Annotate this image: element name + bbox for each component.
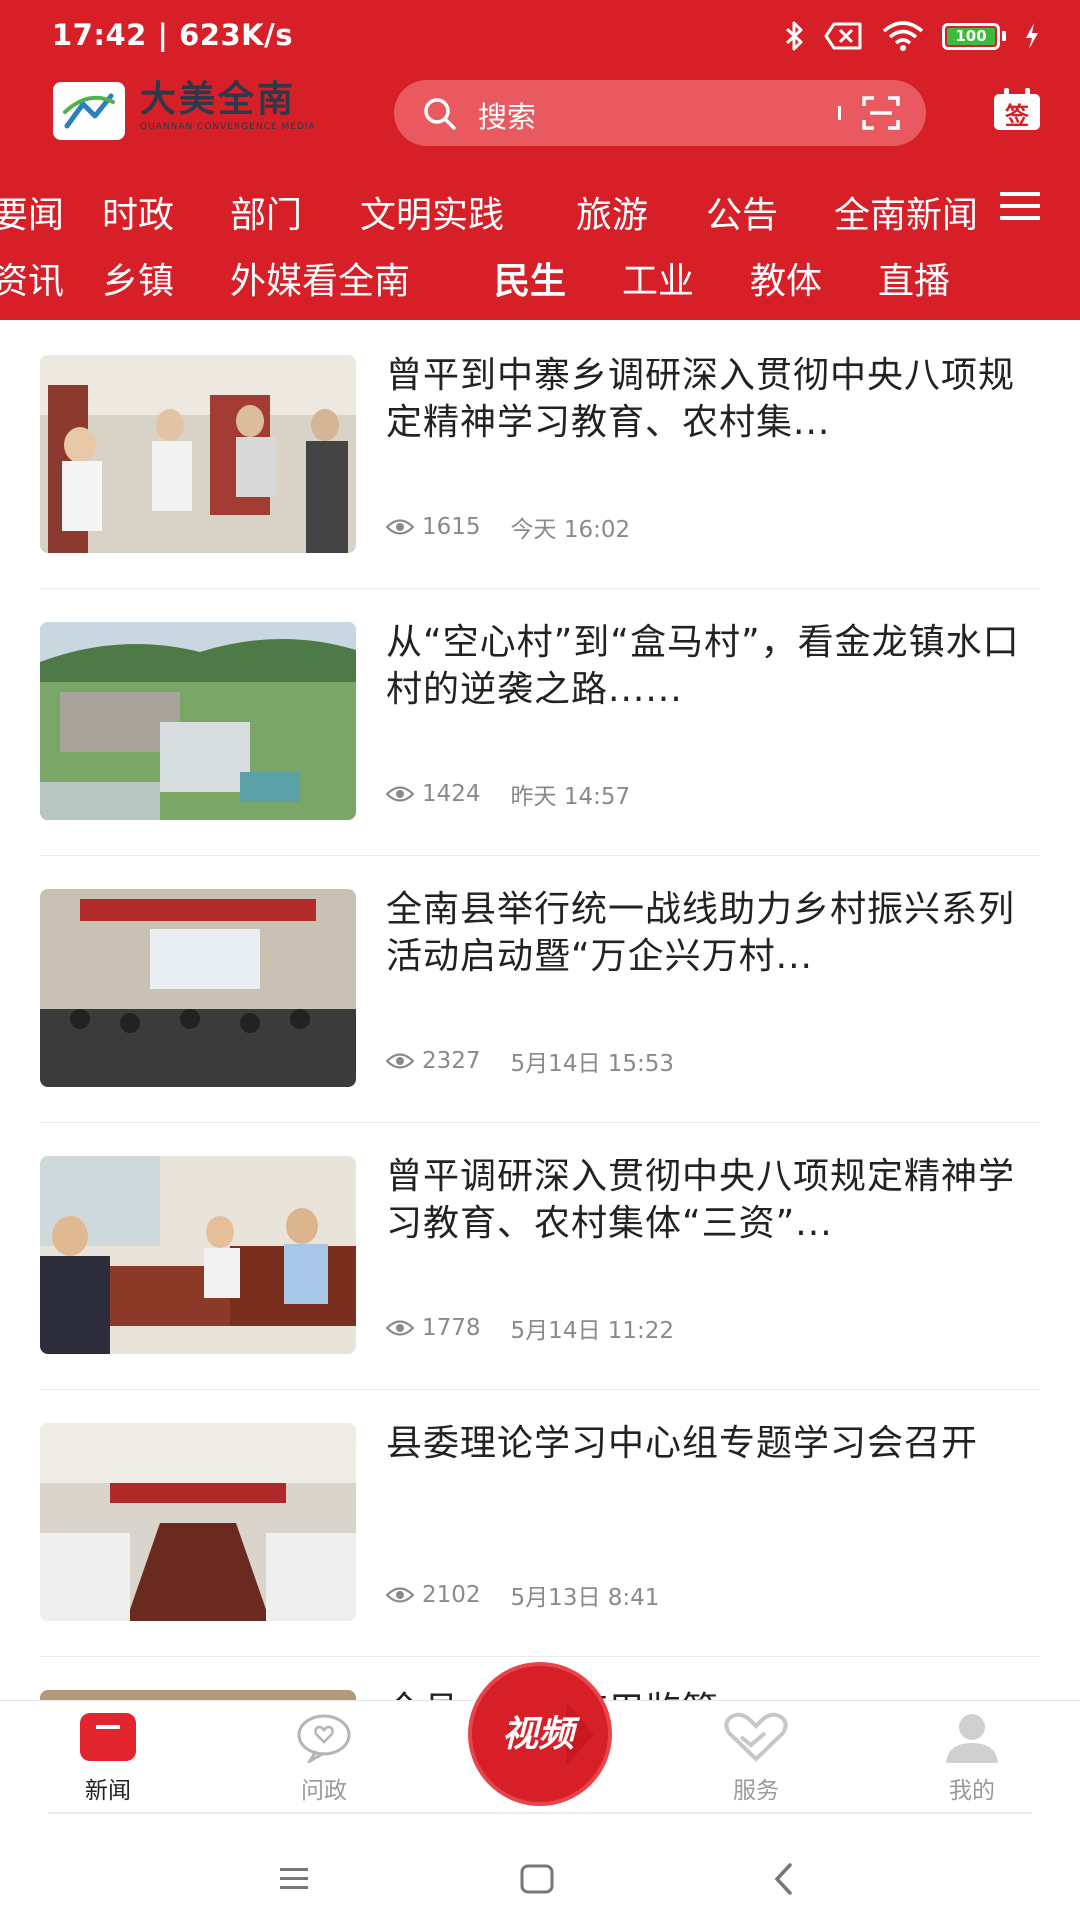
logo-chinese: 大美全南 [140, 79, 297, 120]
tab-tabs_row2-2[interactable]: 外媒看全南 [230, 252, 410, 304]
nav-divider [48, 1812, 1032, 1814]
search-placeholder: 搜索 [478, 100, 537, 134]
logo-english: QUANNAN CONVERGENCE MEDIA [140, 122, 316, 132]
video-icon: 视频 [468, 1662, 612, 1806]
bluetooth-icon [785, 21, 803, 51]
view-count: 2327 [422, 1048, 481, 1074]
view-count-icon [386, 786, 414, 802]
video-button[interactable]: 视频 [454, 1662, 626, 1806]
news-meta: 1778 5月14日 11:22 [386, 1311, 674, 1345]
news-title[interactable]: 县委理论学习中心组专题学习会召开 [386, 1420, 1036, 1516]
tab-tabs_row1-3[interactable]: 文明实践 [360, 186, 504, 238]
news-meta: 2102 5月13日 8:41 [386, 1578, 659, 1612]
search-icon [424, 98, 456, 130]
sim-card-icon [824, 22, 862, 50]
sign-label: 签 [1004, 102, 1030, 130]
chat-heart-icon [297, 1714, 351, 1766]
system-nav-bar [0, 1816, 1080, 1920]
view-count: 1424 [422, 781, 481, 807]
view-count-icon [386, 1587, 414, 1603]
nav-service-label: 服务 [733, 1778, 779, 1804]
tab-tabs_row2-5[interactable]: 教体 [750, 252, 822, 304]
battery-level: 100 [947, 27, 995, 45]
view-count: 1778 [422, 1315, 481, 1341]
view-count: 2102 [422, 1582, 481, 1608]
news-item[interactable]: 曾平到中寨乡调研深入贯彻中央八项规定精神学习教育、农村集... 1615 今天 16… [40, 322, 1040, 589]
news-item[interactable]: 县委理论学习中心组专题学习会召开 2102 5月13日 8:41 [40, 1390, 1040, 1657]
status-icons: 100 [784, 20, 1040, 52]
news-title[interactable]: 从“空心村”到“盒马村”，看金龙镇水口村的逆袭之路...... [386, 619, 1036, 715]
tab-tabs_row2-6[interactable]: 直播 [878, 252, 950, 304]
separator-icon [838, 106, 841, 120]
publish-time: 5月13日 8:41 [510, 1585, 660, 1611]
battery-icon: 100 [942, 22, 1006, 50]
logo-text: 大美全南 QUANNAN CONVERGENCE MEDIA [140, 79, 316, 133]
view-count-icon [386, 1320, 414, 1336]
search-bar[interactable]: 搜索 [394, 80, 926, 146]
nav-news-label: 新闻 [85, 1778, 131, 1804]
publish-time: 5月14日 15:53 [510, 1051, 675, 1077]
tab-tabs_row2-1[interactable]: 乡镇 [102, 252, 174, 304]
app-logo[interactable] [53, 82, 125, 140]
home-icon[interactable] [520, 1864, 554, 1894]
nav-ask[interactable]: 问政 [264, 1711, 384, 1805]
news-item[interactable]: 从“空心村”到“盒马村”，看金龙镇水口村的逆袭之路...... 1424 昨天 14… [40, 589, 1040, 856]
tab-tabs_row2-3[interactable]: 民生 [494, 252, 566, 304]
news-thumbnail[interactable] [40, 1156, 356, 1354]
wifi-icon [882, 21, 924, 51]
video-label: 视频 [502, 1714, 580, 1755]
tab-tabs_row1-5[interactable]: 公告 [706, 186, 778, 238]
news-thumbnail[interactable] [40, 889, 356, 1087]
publish-time: 今天 16:02 [510, 517, 631, 543]
tab-tabs_row1-6[interactable]: 全南新闻 [834, 186, 978, 238]
news-item[interactable]: 全南县举行统一战线助力乡村振兴系列活动启动暨“万企兴万村... 2327 5月14日… [40, 856, 1040, 1123]
news-title[interactable]: 全南县举行统一战线助力乡村振兴系列活动启动暨“万企兴万村... [386, 886, 1036, 982]
nav-mine-label: 我的 [949, 1778, 995, 1804]
news-meta: 1424 昨天 14:57 [386, 777, 630, 811]
view-count-icon [386, 1053, 414, 1069]
publish-time: 昨天 14:57 [510, 784, 631, 810]
news-icon [80, 1713, 136, 1761]
news-title[interactable]: 曾平调研深入贯彻中央八项规定精神学习教育、农村集体“三资”... [386, 1153, 1036, 1249]
news-thumbnail[interactable] [40, 622, 356, 820]
status-bar: 17:42 | 623K/s 100 [0, 0, 1080, 76]
charging-icon [1026, 23, 1038, 49]
user-icon [946, 1714, 998, 1763]
news-title[interactable]: 曾平到中寨乡调研深入贯彻中央八项规定精神学习教育、农村集... [386, 352, 1036, 448]
sign-in-button[interactable]: 签 [992, 88, 1042, 132]
category-tabs-row-1: 要闻 时政 部门 文明实践 旅游 公告 全南新闻 [0, 186, 990, 246]
view-count-icon [386, 519, 414, 535]
tab-tabs_row2-0[interactable]: 资讯 [0, 252, 64, 304]
nav-news[interactable]: 新闻 [48, 1711, 168, 1805]
tab-tabs_row1-4[interactable]: 旅游 [576, 186, 648, 238]
category-tabs-row-2: 资讯 乡镇 外媒看全南 民生 工业 教体 直播 [0, 252, 990, 312]
nav-service[interactable]: 服务 [696, 1711, 816, 1805]
app-header: 17:42 | 623K/s 100 大美全南 QUANNAN CONVERGE… [0, 0, 1080, 320]
more-menu-icon[interactable] [1000, 190, 1040, 222]
logo-icon [63, 93, 115, 129]
news-thumbnail[interactable] [40, 1423, 356, 1621]
tab-tabs_row1-0[interactable]: 要闻 [0, 186, 64, 238]
tab-tabs_row1-2[interactable]: 部门 [230, 186, 302, 238]
nav-mine[interactable]: 我的 [912, 1711, 1032, 1805]
tab-tabs_row1-1[interactable]: 时政 [102, 186, 174, 238]
calendar-sign-icon: 签 [994, 88, 1040, 130]
back-icon[interactable] [772, 1862, 794, 1896]
top-bar: 大美全南 QUANNAN CONVERGENCE MEDIA 搜索 签 [0, 78, 1080, 162]
view-count: 1615 [422, 514, 481, 540]
news-thumbnail[interactable] [40, 355, 356, 553]
tab-tabs_row2-4[interactable]: 工业 [622, 252, 694, 304]
news-meta: 1615 今天 16:02 [386, 510, 630, 544]
handshake-heart-icon [724, 1712, 788, 1762]
publish-time: 5月14日 11:22 [510, 1318, 675, 1344]
scan-icon[interactable] [862, 96, 900, 130]
nav-ask-label: 问政 [301, 1778, 347, 1804]
news-meta: 2327 5月14日 15:53 [386, 1044, 674, 1078]
status-time: 17:42 | 623K/s [52, 18, 293, 52]
news-item[interactable]: 曾平调研深入贯彻中央八项规定精神学习教育、农村集体“三资”... 1778 5月14… [40, 1123, 1040, 1390]
recents-icon[interactable] [278, 1866, 310, 1892]
